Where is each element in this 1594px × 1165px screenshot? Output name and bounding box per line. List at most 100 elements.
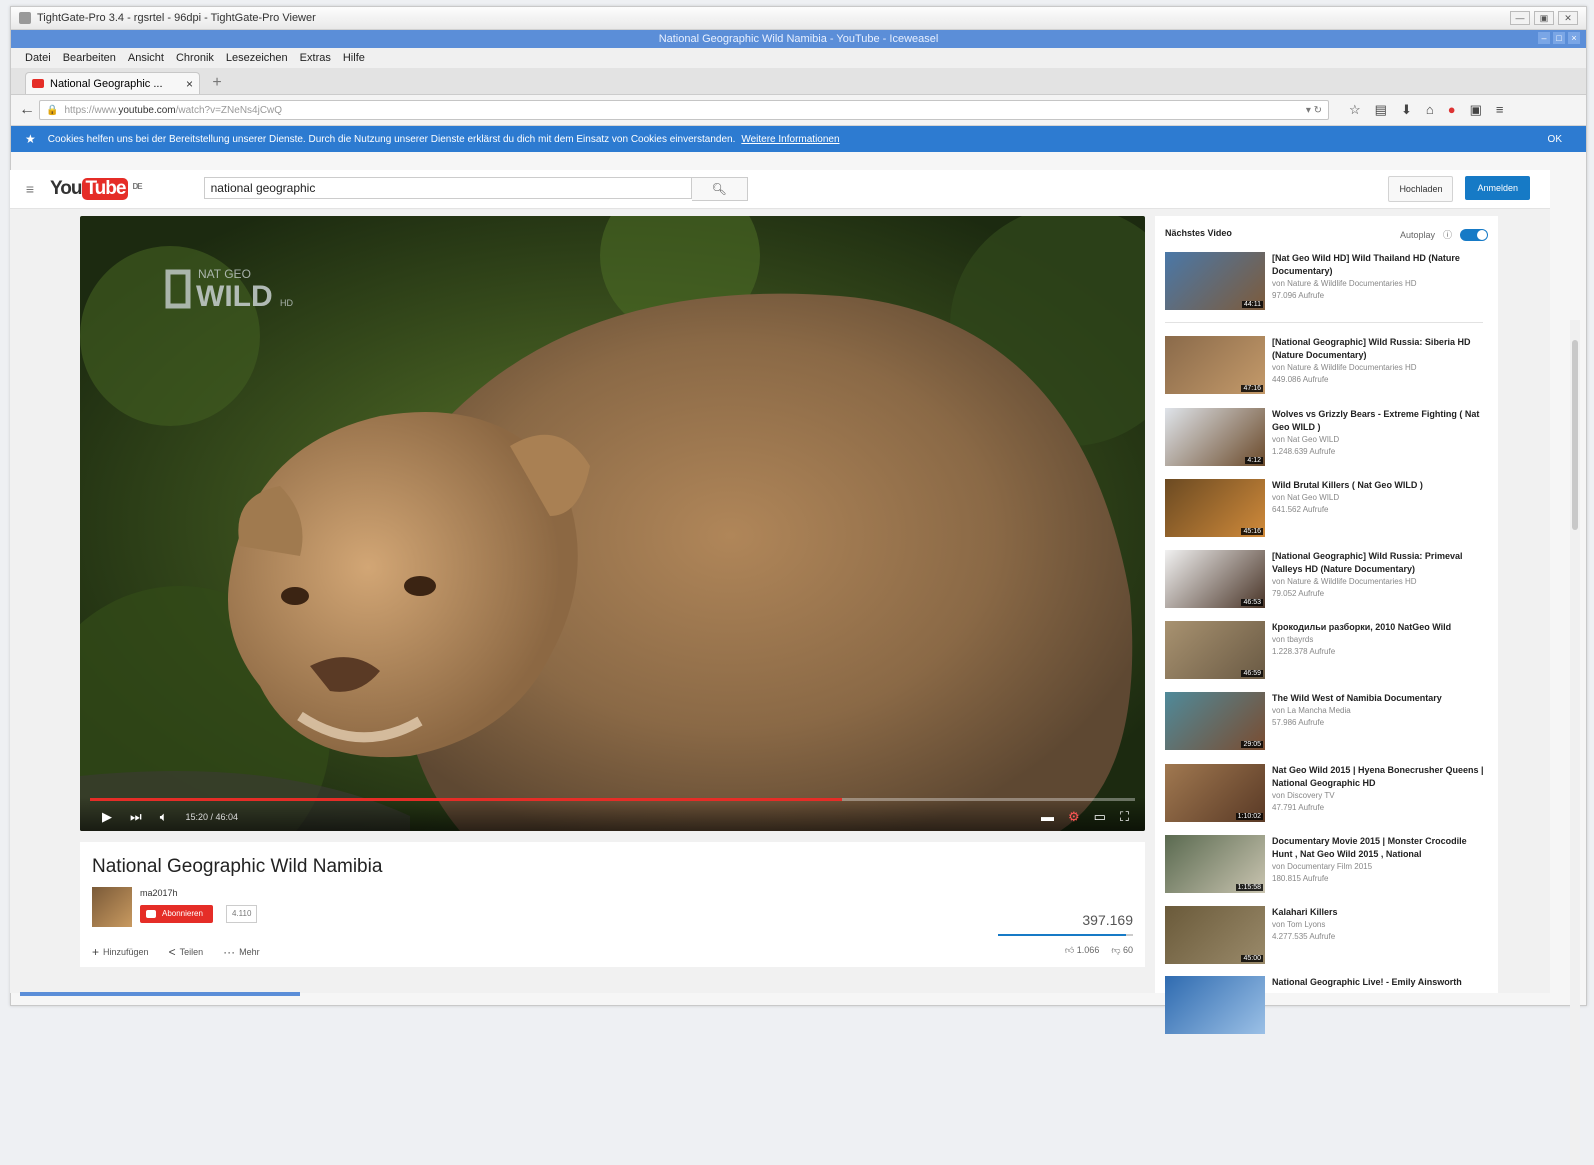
video-thumbnail[interactable]: 46:53 <box>1165 550 1265 608</box>
share-button[interactable]: < Teilen <box>169 945 204 959</box>
add-button[interactable]: + Hinzufügen <box>92 945 149 959</box>
video-thumbnail[interactable]: 1:10:02 <box>1165 764 1265 822</box>
related-video-views: 641.562 Aufrufe <box>1272 505 1329 514</box>
cookie-ok-button[interactable]: OK <box>1548 134 1562 145</box>
related-video-item[interactable]: 4:12 Wolves vs Grizzly Bears - Extreme Fi… <box>1165 408 1490 468</box>
video-player[interactable]: NAT GEO WILD HD ▶ ⏭ 🔈︎ 15:20 / 46:04 ▬ ⚙… <box>80 216 1145 831</box>
related-video-views: 1.228.378 Aufrufe <box>1272 647 1336 656</box>
related-video-title[interactable]: Documentary Movie 2015 | Monster Crocodi… <box>1272 835 1487 861</box>
subtitles-icon[interactable]: ▬ <box>1041 809 1054 825</box>
like-ratio-fill <box>998 934 1127 936</box>
related-video-item[interactable]: 46:59 Крокодильи разборки, 2010 NatGeo Wi… <box>1165 621 1490 681</box>
scrollbar-thumb[interactable] <box>1572 340 1578 530</box>
theater-mode-icon[interactable]: ▭ <box>1094 809 1106 825</box>
related-video-title[interactable]: Nat Geo Wild 2015 | Hyena Bonecrusher Qu… <box>1272 764 1487 790</box>
video-thumbnail[interactable]: 45:16 <box>1165 479 1265 537</box>
reading-list-icon[interactable]: ▤ <box>1375 102 1387 118</box>
menu-extras[interactable]: Extras <box>300 52 331 64</box>
related-video-title[interactable]: [National Geographic] Wild Russia: Siber… <box>1272 336 1487 362</box>
related-video-item[interactable]: National Geographic Live! - Emily Ainswo… <box>1165 976 1490 1036</box>
duration-badge: 46:59 <box>1241 670 1263 677</box>
download-icon[interactable]: ⬇ <box>1401 102 1412 118</box>
like-button[interactable]: 👍︎ 1.066 <box>1065 945 1099 956</box>
url-bar[interactable]: 🔒 https://www. youtube.com/watch?v=ZNeNs4… <box>39 100 1329 120</box>
next-icon[interactable]: ⏭ <box>130 809 142 825</box>
channel-name[interactable]: ma2017h <box>140 888 178 898</box>
menu-datei[interactable]: Datei <box>25 52 51 64</box>
video-thumbnail[interactable]: 45:00 <box>1165 906 1265 964</box>
video-thumbnail[interactable]: 47:16 <box>1165 336 1265 394</box>
reload-icon[interactable]: ▾ ↻ <box>1306 105 1322 116</box>
home-icon[interactable]: ⌂ <box>1426 102 1434 118</box>
youtube-logo[interactable]: You Tube DE <box>50 178 143 200</box>
related-video-title[interactable]: Крокодильи разборки, 2010 NatGeo Wild <box>1272 621 1487 634</box>
autoplay-toggle[interactable] <box>1460 228 1488 241</box>
fullscreen-icon[interactable]: ⛶ <box>1120 809 1129 825</box>
minimize-button[interactable]: — <box>1510 11 1530 25</box>
video-frame: NAT GEO WILD HD <box>80 216 1145 831</box>
related-video-item[interactable]: 45:16 Wild Brutal Killers ( Nat Geo WILD … <box>1165 479 1490 539</box>
related-video-title[interactable]: Kalahari Killers <box>1272 906 1487 919</box>
cookie-more-link[interactable]: Weitere Informationen <box>741 134 839 145</box>
search-button[interactable]: 🔍︎ <box>691 177 748 201</box>
video-thumbnail[interactable]: 44:11 <box>1165 252 1265 310</box>
ff-maximize-button[interactable]: □ <box>1553 32 1565 44</box>
related-video-item[interactable]: 1:15:58 Documentary Movie 2015 | Monster … <box>1165 835 1490 895</box>
progress-bar[interactable] <box>90 798 1135 801</box>
guide-menu-icon[interactable]: ≡ <box>10 181 50 197</box>
ff-minimize-button[interactable]: – <box>1538 32 1550 44</box>
bookmark-star-icon[interactable]: ☆ <box>1349 102 1361 118</box>
extension-icon[interactable]: ▣ <box>1470 102 1482 118</box>
related-video-title[interactable]: Wolves vs Grizzly Bears - Extreme Fighti… <box>1272 408 1487 434</box>
menu-chronik[interactable]: Chronik <box>176 52 214 64</box>
related-video-title[interactable]: The Wild West of Namibia Documentary <box>1272 692 1487 705</box>
channel-avatar[interactable] <box>92 887 132 927</box>
related-video-title[interactable]: [Nat Geo Wild HD] Wild Thailand HD (Natu… <box>1272 252 1487 278</box>
related-video-channel: von Discovery TV <box>1272 791 1335 800</box>
hamburger-menu-icon[interactable]: ≡ <box>1496 102 1504 118</box>
page-scrollbar[interactable] <box>1570 320 1580 1165</box>
duration-badge: 46:53 <box>1241 599 1263 606</box>
dislike-button[interactable]: 👎︎ 60 <box>1111 945 1133 956</box>
video-thumbnail[interactable]: 46:59 <box>1165 621 1265 679</box>
related-videos-sidebar: Nächstes Video Autoplay ⓘ 44:11 [Nat Geo … <box>1155 216 1498 1034</box>
related-video-item[interactable]: 45:00 Kalahari Killers von Tom Lyons 4.277.… <box>1165 906 1490 966</box>
video-thumbnail[interactable]: 4:12 <box>1165 408 1265 466</box>
menu-lesezeichen[interactable]: Lesezeichen <box>226 52 288 64</box>
maximize-button[interactable]: ▣ <box>1534 11 1554 25</box>
video-thumbnail[interactable] <box>1165 976 1265 1034</box>
related-video-title[interactable]: National Geographic Live! - Emily Ainswo… <box>1272 976 1487 989</box>
related-video-item[interactable]: 47:16 [National Geographic] Wild Russia: … <box>1165 336 1490 396</box>
ff-close-button[interactable]: × <box>1568 32 1580 44</box>
menu-hilfe[interactable]: Hilfe <box>343 52 365 64</box>
new-tab-button[interactable]: + <box>206 72 228 94</box>
tab-close-icon[interactable]: × <box>186 77 193 91</box>
related-video-item[interactable]: 44:11 [Nat Geo Wild HD] Wild Thailand HD … <box>1165 252 1490 312</box>
firefox-window-title: National Geographic Wild Namibia - YouTu… <box>658 33 939 45</box>
settings-icon[interactable]: ⚙ <box>1068 809 1080 825</box>
menu-ansicht[interactable]: Ansicht <box>128 52 164 64</box>
search-input[interactable]: national geographic <box>203 177 692 199</box>
adblock-icon[interactable]: ● <box>1448 102 1456 118</box>
related-video-views: 57.986 Aufrufe <box>1272 718 1325 727</box>
close-button[interactable]: ✕ <box>1558 11 1578 25</box>
signin-button[interactable]: Anmelden <box>1465 176 1530 200</box>
subscriber-count: 4.110 <box>226 905 258 923</box>
related-video-title[interactable]: [National Geographic] Wild Russia: Prime… <box>1272 550 1487 576</box>
progress-fill <box>90 798 843 801</box>
related-video-item[interactable]: 46:53 [National Geographic] Wild Russia: … <box>1165 550 1490 610</box>
volume-icon[interactable]: 🔈︎ <box>160 809 168 825</box>
video-thumbnail[interactable]: 29:05 <box>1165 692 1265 750</box>
related-video-item[interactable]: 1:10:02 Nat Geo Wild 2015 | Hyena Bonecru… <box>1165 764 1490 824</box>
menu-bearbeiten[interactable]: Bearbeiten <box>63 52 116 64</box>
tab-youtube[interactable]: National Geographic ... × <box>25 72 200 94</box>
related-video-item[interactable]: 29:05 The Wild West of Namibia Documentar… <box>1165 692 1490 752</box>
upload-button[interactable]: Hochladen <box>1388 176 1454 202</box>
video-thumbnail[interactable]: 1:15:58 <box>1165 835 1265 893</box>
related-video-title[interactable]: Wild Brutal Killers ( Nat Geo WILD ) <box>1272 479 1487 492</box>
back-arrow-icon[interactable]: ← <box>19 101 39 119</box>
subscribe-button[interactable]: Abonnieren <box>140 905 213 923</box>
play-icon[interactable]: ▶ <box>102 809 112 825</box>
autoplay-label: Autoplay <box>1399 229 1435 240</box>
more-button[interactable]: ··· Mehr <box>223 945 260 959</box>
